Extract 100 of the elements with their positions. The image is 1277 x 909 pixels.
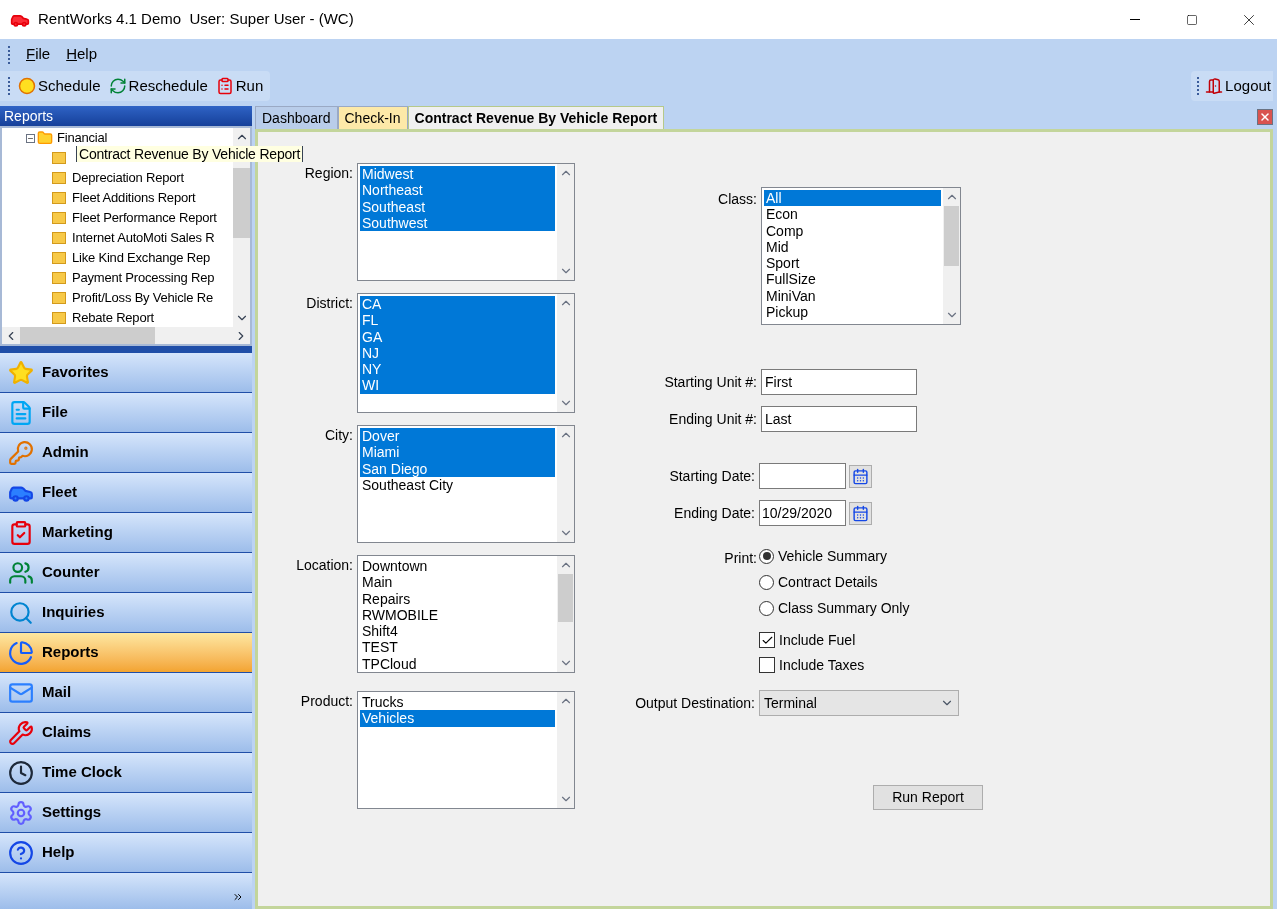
list-item[interactable]: CA	[360, 296, 555, 313]
text-field[interactable]: First	[761, 369, 917, 395]
list-item[interactable]: TPCloud	[360, 655, 555, 673]
folder-icon	[52, 272, 66, 284]
tree-item[interactable]: Payment Processing Rep	[72, 268, 215, 288]
list-box[interactable]: Downtown Main Repairs RWMOBILE Shift4 TEST TPCloud	[357, 555, 575, 673]
list-box[interactable]: Dover Miami San Diego Southeast City	[357, 425, 575, 543]
clipboard-icon	[215, 77, 234, 95]
list-item[interactable]: WI	[360, 377, 555, 394]
toolbar-button[interactable]: Run	[215, 74, 264, 98]
star-icon	[8, 359, 34, 386]
list-item[interactable]: Dover	[360, 428, 555, 445]
list-box[interactable]: Midwest Northeast Southeast Southwest	[357, 163, 575, 281]
list-item[interactable]: MiniVan	[764, 287, 941, 305]
folder-icon	[52, 312, 66, 324]
tab[interactable]: Dashboard	[255, 106, 338, 129]
scrollbar-thumb[interactable]	[233, 168, 250, 238]
list-item[interactable]: Mid	[764, 238, 941, 256]
collapse-toggle[interactable]	[26, 133, 35, 143]
nav-button[interactable]: File	[0, 393, 252, 433]
refresh-icon	[108, 77, 127, 95]
list-item[interactable]: Northeast	[360, 182, 555, 199]
menu-item[interactable]: Help	[66, 43, 98, 66]
list-item[interactable]: Downtown	[360, 558, 555, 575]
list-item[interactable]: Miami	[360, 444, 555, 461]
folder-icon	[37, 130, 53, 146]
field-label: Output Destination:	[634, 693, 756, 713]
list-box[interactable]: CA FL GA NJ NY WI	[357, 293, 575, 413]
radio-option[interactable]: Contract Details	[759, 574, 910, 590]
list-item[interactable]: Sport	[764, 255, 941, 272]
list-item[interactable]: Econ	[764, 206, 941, 223]
nav-button[interactable]: Claims	[0, 713, 252, 753]
tree-item[interactable]: Fleet Performance Report	[72, 208, 217, 228]
list-item[interactable]: TEST	[360, 639, 555, 656]
tree-item[interactable]: Rebate Report	[72, 308, 154, 327]
nav-button[interactable]: Mail	[0, 673, 252, 713]
tree-item[interactable]: Internet AutoMoti Sales R	[72, 228, 215, 248]
help-icon	[8, 839, 34, 866]
list-item[interactable]: FL	[360, 312, 555, 329]
nav-button[interactable]: Time Clock	[0, 753, 252, 793]
list-item[interactable]: Comp	[764, 222, 941, 239]
checkbox-option[interactable]: Include Taxes	[759, 657, 910, 673]
panel-header: Reports	[0, 106, 252, 126]
maximize-icon	[1185, 13, 1198, 26]
tree-item[interactable]: Like Kind Exchange Rep	[72, 248, 210, 268]
nav-button[interactable]: Fleet	[0, 473, 252, 513]
tree-item[interactable]: Financial	[57, 128, 108, 148]
calendar-button[interactable]	[849, 501, 872, 525]
menu-item[interactable]: File	[26, 43, 51, 66]
nav-button[interactable]: Settings	[0, 793, 252, 833]
text-field[interactable]: Last	[761, 406, 917, 432]
tab[interactable]: Contract Revenue By Vehicle Report	[407, 106, 665, 129]
date-field[interactable]	[759, 463, 846, 489]
radio-option[interactable]: Class Summary Only	[759, 600, 910, 616]
list-item[interactable]: Southeast City	[360, 476, 555, 494]
run-report-button[interactable]: Run Report	[873, 785, 983, 810]
field-label: Product:	[299, 692, 354, 711]
keys-icon	[8, 439, 34, 466]
nav-button[interactable]: Admin	[0, 433, 252, 473]
list-item[interactable]: Trucks	[360, 694, 555, 711]
scrollbar-thumb[interactable]	[558, 574, 573, 622]
nav-button[interactable]: Counter	[0, 553, 252, 593]
grip-icon	[1197, 77, 1200, 95]
checkbox-option[interactable]: Include Fuel	[759, 632, 910, 648]
nav-button[interactable]: Inquiries	[0, 593, 252, 633]
folder-icon	[52, 152, 66, 164]
nav-button[interactable]: Favorites	[0, 353, 252, 393]
scrollbar-thumb[interactable]	[20, 327, 155, 344]
list-item[interactable]: All	[764, 190, 941, 207]
list-item[interactable]: Midwest	[360, 166, 555, 183]
tree-item[interactable]: Profit/Loss By Vehicle Re	[72, 288, 213, 308]
field-label: Location:	[295, 556, 354, 575]
list-item[interactable]: Vehicles	[360, 710, 555, 727]
tooltip: Contract Revenue By Vehicle Report	[76, 146, 304, 162]
list-item[interactable]: FullSize	[764, 271, 941, 288]
radio-option[interactable]: Vehicle Summary	[759, 548, 910, 564]
tree-item[interactable]: Depreciation Report	[72, 168, 184, 188]
tree-item[interactable]: Fleet Additions Report	[72, 188, 196, 208]
dropdown[interactable]: Terminal	[759, 690, 959, 716]
toolbar-button[interactable]: Schedule	[18, 74, 101, 98]
date-field[interactable]: 10/29/2020	[759, 500, 846, 526]
list-box[interactable]: All Econ Comp Mid Sport FullSize MiniVan Pickup	[761, 187, 961, 325]
tab[interactable]: Check-In	[337, 106, 408, 129]
list-item[interactable]: RWMOBILE	[360, 606, 555, 624]
nav-button[interactable]: Marketing	[0, 513, 252, 553]
scrollbar-thumb[interactable]	[944, 206, 959, 266]
toolbar-button[interactable]: Reschedule	[108, 74, 208, 98]
field-label: City:	[324, 426, 354, 445]
clipboard-check-icon	[8, 519, 34, 546]
list-item[interactable]: Repairs	[360, 590, 555, 607]
list-item[interactable]: NY	[360, 361, 555, 378]
list-item[interactable]: Main	[360, 574, 555, 591]
nav-button[interactable]: Reports	[0, 633, 252, 673]
list-item[interactable]: Pickup	[764, 304, 941, 321]
list-item[interactable]: Shift4	[360, 623, 555, 640]
more-options-icon[interactable]	[232, 891, 244, 903]
close-tab-button[interactable]	[1257, 109, 1273, 125]
list-box[interactable]: Trucks Vehicles	[357, 691, 575, 809]
calendar-button[interactable]	[849, 464, 872, 488]
nav-button[interactable]: Help	[0, 833, 252, 873]
